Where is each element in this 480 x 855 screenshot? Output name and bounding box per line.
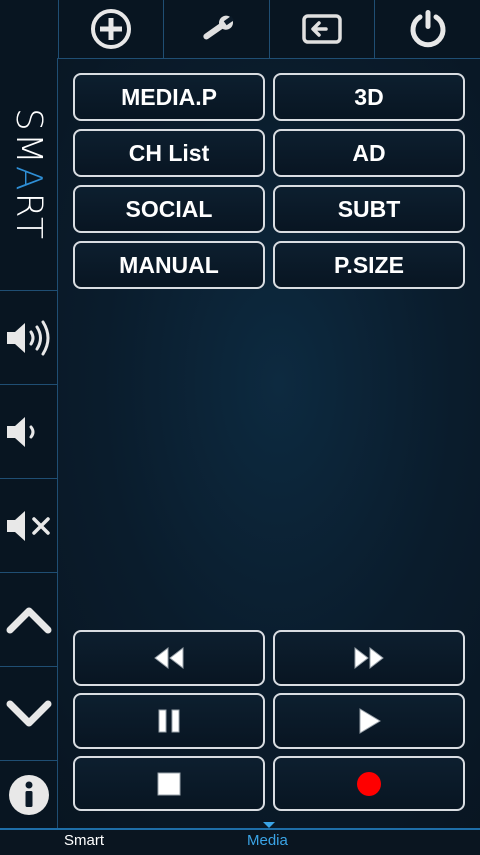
stop-button[interactable]: [73, 756, 265, 811]
settings-button[interactable]: [164, 0, 270, 58]
subtitle-button[interactable]: SUBT: [273, 185, 465, 233]
power-icon: [410, 10, 445, 48]
audio-description-button[interactable]: AD: [273, 129, 465, 177]
3d-button[interactable]: 3D: [273, 73, 465, 121]
record-button[interactable]: [273, 756, 465, 811]
volume-down-icon: [6, 416, 34, 447]
tab-media[interactable]: Media: [247, 832, 288, 849]
pause-icon: [158, 709, 180, 733]
mute-icon: [6, 510, 50, 541]
social-button[interactable]: SOCIAL: [73, 185, 265, 233]
logo-text-prefix: SM: [8, 107, 49, 166]
channel-up-button[interactable]: [0, 573, 57, 667]
wrench-icon: [202, 15, 234, 40]
active-tab-indicator: [263, 822, 275, 828]
toolbar-corner: [0, 0, 59, 58]
button-label: SOCIAL: [125, 195, 213, 222]
button-label: SUBT: [337, 195, 401, 222]
button-label: MEDIA.P: [121, 83, 217, 110]
stop-icon: [157, 772, 181, 795]
manual-button[interactable]: MANUAL: [73, 241, 265, 289]
mute-button[interactable]: [0, 479, 57, 573]
logo-text-suffix: RT: [8, 192, 49, 241]
smart-logo: SMART: [8, 108, 49, 241]
play-button[interactable]: [273, 693, 465, 749]
plus-circle-icon: [90, 9, 131, 49]
record-icon: [357, 771, 381, 796]
button-label: MANUAL: [119, 251, 219, 278]
volume-up-button[interactable]: [0, 291, 57, 385]
fast-forward-button[interactable]: [273, 630, 465, 686]
media-player-button[interactable]: MEDIA.P: [73, 73, 265, 121]
play-icon: [359, 708, 381, 734]
picture-size-button[interactable]: P.SIZE: [273, 241, 465, 289]
input-source-icon: [301, 14, 342, 44]
rewind-icon: [154, 646, 184, 670]
chevron-down-icon: [6, 700, 51, 726]
button-label: P.SIZE: [334, 251, 404, 278]
info-icon: [8, 774, 49, 815]
sidebar: SMART: [0, 58, 58, 828]
channel-list-button[interactable]: CH List: [73, 129, 265, 177]
input-source-button[interactable]: [269, 0, 375, 58]
fast-forward-icon: [354, 646, 384, 670]
smart-logo-cell: SMART: [0, 58, 57, 291]
button-label: CH List: [128, 139, 210, 166]
logo-text-accent: A: [8, 165, 49, 193]
info-button[interactable]: [0, 761, 57, 828]
volume-up-icon: [6, 320, 49, 355]
power-button[interactable]: [375, 0, 480, 58]
top-toolbar: [0, 0, 480, 59]
chevron-up-icon: [6, 607, 51, 633]
add-button[interactable]: [58, 0, 164, 58]
rewind-button[interactable]: [73, 630, 265, 686]
button-label: AD: [352, 139, 386, 166]
bottom-tab-bar: Smart Media: [0, 822, 480, 855]
pause-button[interactable]: [73, 693, 265, 749]
volume-down-button[interactable]: [0, 385, 57, 479]
tab-smart[interactable]: Smart: [64, 832, 104, 849]
button-label: 3D: [354, 83, 384, 110]
channel-down-button[interactable]: [0, 667, 57, 761]
